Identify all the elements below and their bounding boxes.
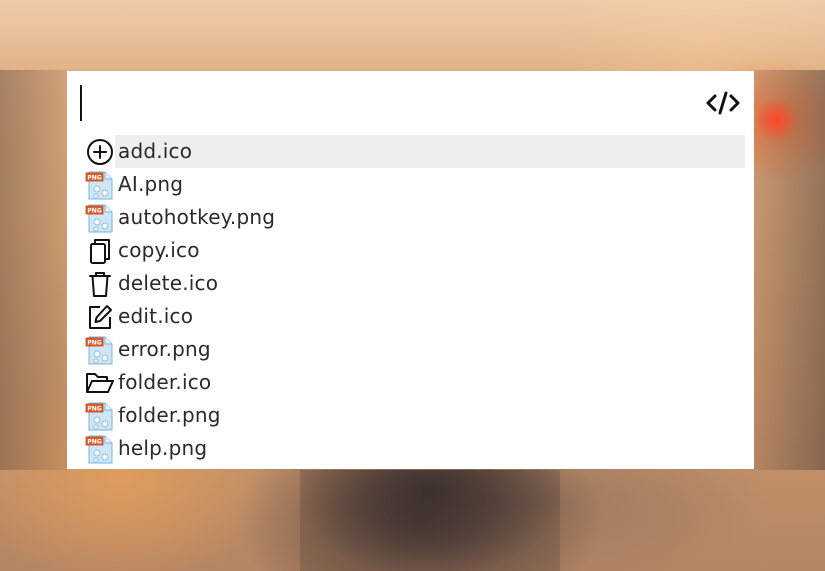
code-icon[interactable] bbox=[705, 89, 741, 117]
result-label: copy.ico bbox=[118, 238, 200, 262]
trash-icon bbox=[85, 269, 115, 299]
svg-text:PNG: PNG bbox=[87, 207, 101, 214]
launcher-panel: add.ico PNG AI.png PNG autohotkey.png co… bbox=[67, 71, 754, 469]
result-item[interactable]: PNG error.png bbox=[85, 333, 745, 366]
png-file-icon: PNG bbox=[85, 434, 115, 464]
results-list: add.ico PNG AI.png PNG autohotkey.png co… bbox=[85, 135, 745, 465]
copy-icon bbox=[85, 236, 115, 266]
result-label: error.png bbox=[118, 337, 211, 361]
result-label: autohotkey.png bbox=[118, 205, 276, 229]
add-icon bbox=[85, 137, 115, 167]
png-file-icon: PNG bbox=[85, 401, 115, 431]
png-file-icon: PNG bbox=[85, 203, 115, 233]
result-item[interactable]: edit.ico bbox=[85, 300, 745, 333]
result-label: delete.ico bbox=[118, 271, 219, 295]
result-label: help.png bbox=[118, 436, 208, 460]
result-label: AI.png bbox=[118, 172, 184, 196]
result-label: folder.png bbox=[118, 403, 221, 427]
svg-text:PNG: PNG bbox=[87, 174, 101, 181]
result-item[interactable]: add.ico bbox=[85, 135, 745, 168]
result-item[interactable]: PNG folder.png bbox=[85, 399, 745, 432]
text-caret bbox=[80, 85, 82, 121]
folder-open-icon bbox=[85, 368, 115, 398]
result-item[interactable]: PNG help.png bbox=[85, 432, 745, 465]
result-label: folder.ico bbox=[118, 370, 212, 394]
edit-icon bbox=[85, 302, 115, 332]
png-file-icon: PNG bbox=[85, 335, 115, 365]
svg-text:PNG: PNG bbox=[87, 405, 101, 412]
result-label: add.ico bbox=[115, 135, 745, 168]
png-file-icon: PNG bbox=[85, 170, 115, 200]
result-item[interactable]: PNG autohotkey.png bbox=[85, 201, 745, 234]
search-bar bbox=[67, 71, 754, 133]
wallpaper-light bbox=[752, 100, 802, 140]
wallpaper-left bbox=[0, 70, 67, 470]
search-input[interactable] bbox=[77, 83, 677, 121]
result-item[interactable]: delete.ico bbox=[85, 267, 745, 300]
result-item[interactable]: PNG AI.png bbox=[85, 168, 745, 201]
result-label: edit.ico bbox=[118, 304, 194, 328]
result-item[interactable]: folder.ico bbox=[85, 366, 745, 399]
svg-text:PNG: PNG bbox=[87, 339, 101, 346]
result-item[interactable]: copy.ico bbox=[85, 234, 745, 267]
wallpaper-top bbox=[0, 0, 825, 70]
wallpaper-figure bbox=[300, 470, 560, 571]
svg-text:PNG: PNG bbox=[87, 438, 101, 445]
